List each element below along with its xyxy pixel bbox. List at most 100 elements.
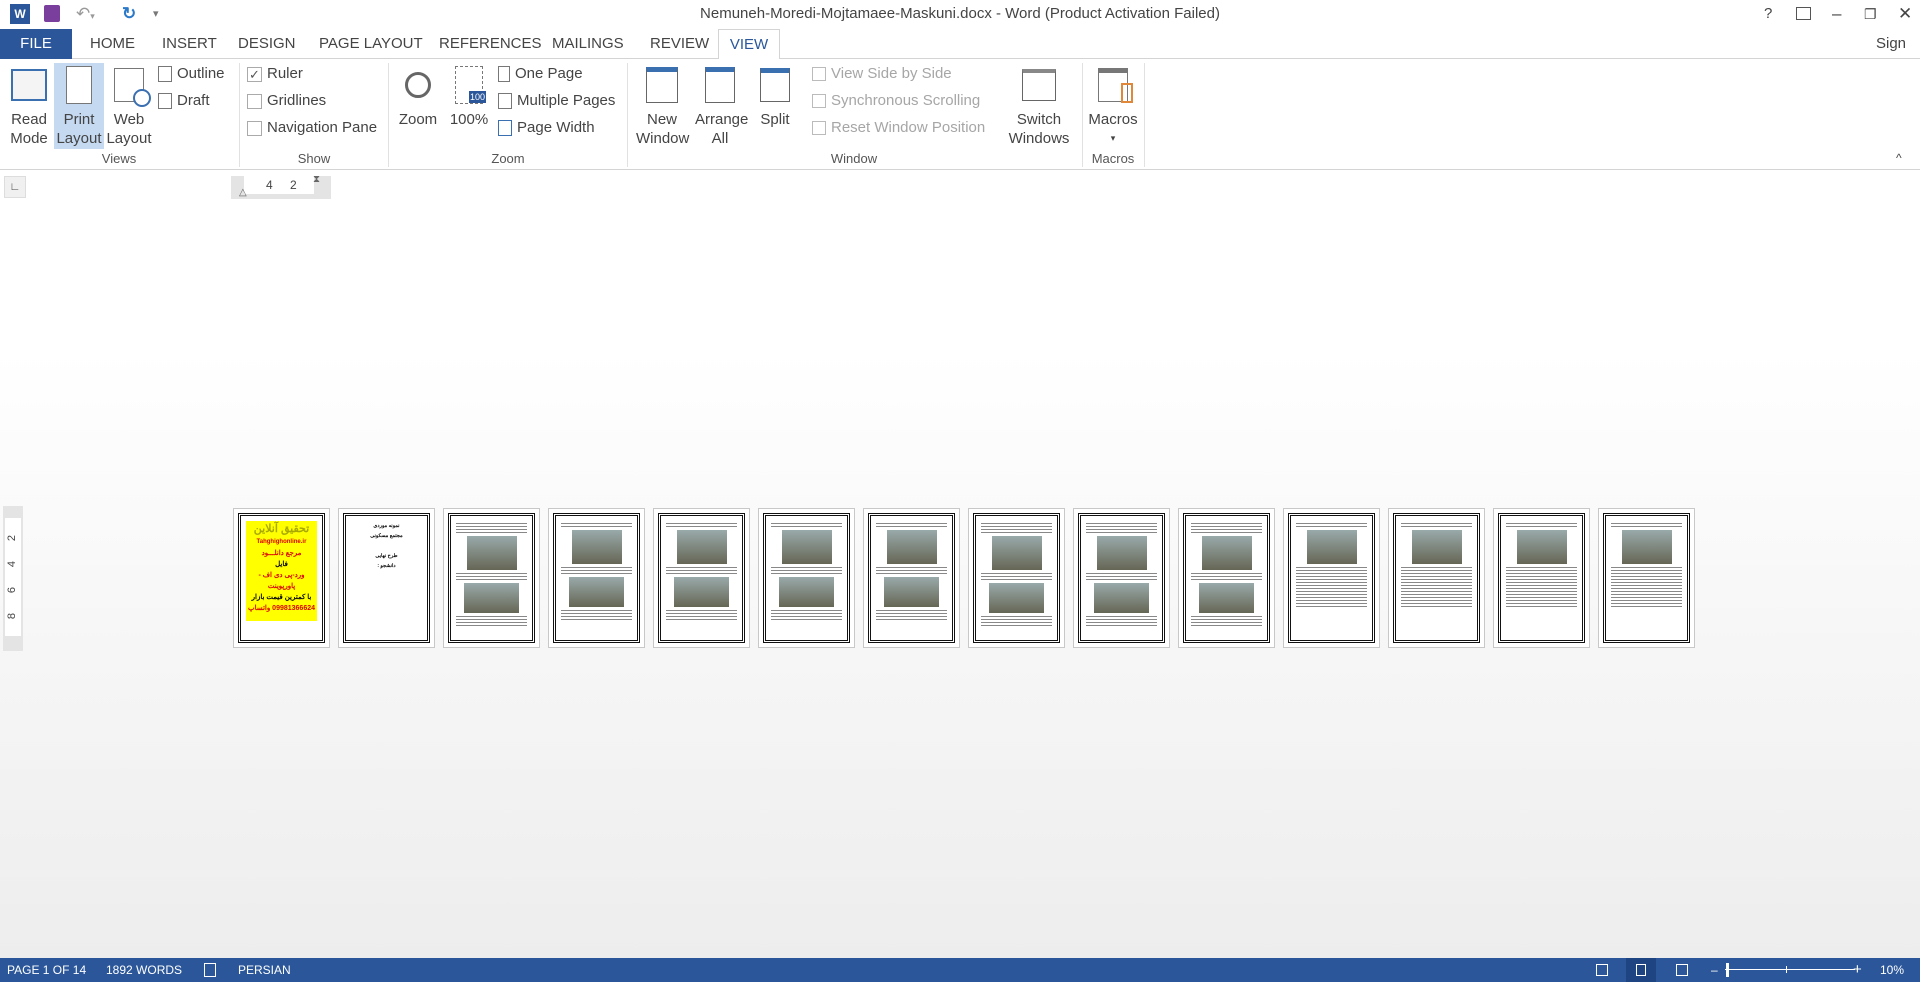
ruler-checkbox[interactable]: ✓ Ruler	[247, 63, 303, 85]
image	[781, 530, 832, 564]
text-line	[561, 523, 632, 524]
macros-button[interactable]: Macros ▾	[1086, 63, 1140, 148]
text-line	[1296, 606, 1367, 607]
indent-marker-icon[interactable]: △	[239, 187, 247, 198]
window-group-label: Window	[830, 151, 878, 166]
tab-review[interactable]: REVIEW	[640, 29, 719, 59]
page-thumbnail[interactable]	[1493, 508, 1590, 648]
page-thumbnail[interactable]	[1388, 508, 1485, 648]
navigation-pane-checkbox[interactable]: Navigation Pane	[247, 117, 377, 139]
text-line	[1086, 625, 1157, 626]
text-line	[1296, 526, 1367, 527]
proofing-icon[interactable]	[204, 963, 216, 977]
arrange-all-button[interactable]: Arrange All	[692, 63, 748, 148]
page-thumbnail[interactable]	[863, 508, 960, 648]
tab-view[interactable]: VIEW	[718, 29, 780, 60]
text-line	[771, 610, 842, 611]
image	[1621, 530, 1672, 564]
split-button[interactable]: Split	[752, 63, 798, 129]
image	[989, 583, 1044, 613]
gridlines-checkbox[interactable]: Gridlines	[247, 90, 326, 112]
tab-selector-button[interactable]: ∟	[4, 176, 26, 198]
page-thumbnail[interactable]	[1073, 508, 1170, 648]
page-thumbnail[interactable]	[1178, 508, 1275, 648]
tab-page-layout[interactable]: PAGE LAYOUT	[309, 29, 433, 59]
first-line-indent-icon[interactable]: ⧗	[313, 174, 320, 185]
page-thumbnail[interactable]	[968, 508, 1065, 648]
text: نمونه موردی	[373, 523, 400, 529]
tab-mailings[interactable]: MAILINGS	[542, 29, 634, 59]
text-line	[981, 576, 1052, 577]
image	[884, 577, 939, 607]
one-page-button[interactable]: One Page	[498, 63, 583, 85]
vertical-ruler[interactable]: 2 4 6 8	[3, 506, 23, 651]
horizontal-ruler[interactable]: 4 2 △ ⧗	[231, 174, 331, 199]
outline-button[interactable]: Outline	[158, 63, 225, 85]
reset-window-position-button[interactable]: Reset Window Position	[812, 117, 985, 139]
ruler-tick: 4	[6, 560, 19, 568]
page-100-icon: 100	[446, 63, 492, 107]
zoom-level[interactable]: 10%	[1880, 958, 1904, 982]
view-side-by-side-button[interactable]: View Side by Side	[812, 63, 952, 85]
page-thumbnail[interactable]	[443, 508, 540, 648]
read-mode-view-icon[interactable]	[1596, 964, 1608, 976]
text-line	[1401, 585, 1472, 586]
image	[1516, 530, 1567, 564]
collapse-ribbon-icon[interactable]: ^	[1896, 151, 1902, 165]
image	[1199, 583, 1254, 613]
read-mode-button[interactable]: Read Mode	[4, 63, 54, 148]
text-line	[561, 613, 632, 614]
page-thumbnail[interactable]	[653, 508, 750, 648]
checkbox	[247, 93, 262, 109]
text-line	[1296, 585, 1367, 586]
help-button[interactable]: ?	[1764, 3, 1772, 25]
language-indicator[interactable]: PERSIAN	[238, 958, 291, 982]
tab-file[interactable]: FILE	[0, 29, 72, 59]
page-thumbnail[interactable]	[1283, 508, 1380, 648]
new-window-icon	[632, 63, 692, 107]
restore-icon[interactable]: ❐	[1864, 3, 1877, 25]
synchronous-scrolling-button[interactable]: Synchronous Scrolling	[812, 90, 980, 112]
zoom-in-button[interactable]: +	[1853, 958, 1862, 982]
page-thumbnail[interactable]	[1598, 508, 1695, 648]
zoom-out-button[interactable]: –	[1711, 958, 1718, 982]
zoom-100-button[interactable]: 100 100%	[446, 63, 492, 129]
page-width-button[interactable]: Page Width	[498, 117, 595, 139]
page-count[interactable]: PAGE 1 OF 14	[7, 958, 86, 982]
text-line	[1401, 582, 1472, 583]
text-line	[1506, 606, 1577, 607]
web-layout-button[interactable]: Web Layout	[104, 63, 154, 148]
close-icon[interactable]: ✕	[1898, 3, 1912, 25]
text-line	[1401, 591, 1472, 592]
ribbon-display-options-icon[interactable]	[1796, 7, 1811, 20]
page-thumbnail[interactable]	[548, 508, 645, 648]
tab-references[interactable]: REFERENCES	[429, 29, 552, 59]
print-layout-button[interactable]: Print Layout	[54, 63, 104, 149]
text-line	[456, 523, 527, 524]
globe-page-icon	[104, 63, 154, 107]
print-layout-view-icon[interactable]	[1626, 958, 1656, 982]
ruler-tick: 8	[6, 612, 19, 620]
text-line	[666, 567, 737, 568]
zoom-button[interactable]: Zoom	[394, 63, 442, 129]
text-line	[561, 573, 632, 574]
draft-button[interactable]: Draft	[158, 90, 210, 112]
text-line	[771, 567, 842, 568]
text-line	[981, 526, 1052, 527]
tab-design[interactable]: DESIGN	[228, 29, 306, 59]
page-thumbnail[interactable]	[758, 508, 855, 648]
web-layout-view-icon[interactable]	[1676, 964, 1688, 976]
page-thumbnail[interactable]: تحقیق آنلاین Tahghighonline.ir مرجع دانلــ…	[233, 508, 330, 648]
switch-windows-button[interactable]: Switch Windows	[998, 63, 1080, 148]
zoom-slider[interactable]	[1725, 969, 1855, 970]
text-line	[666, 570, 737, 571]
tab-insert[interactable]: INSERT	[152, 29, 227, 59]
minimize-icon[interactable]: –	[1832, 3, 1841, 25]
sign-in-link[interactable]: Sign in	[1866, 29, 1920, 82]
word-count[interactable]: 1892 WORDS	[106, 958, 182, 982]
multiple-pages-button[interactable]: Multiple Pages	[498, 90, 615, 112]
new-window-button[interactable]: New Window	[632, 63, 692, 148]
tab-home[interactable]: HOME	[80, 29, 145, 59]
page-thumbnail[interactable]: نمونه موردی مجتمع مسکونی طرح نهایی دانشجو :	[338, 508, 435, 648]
zoom-slider-thumb[interactable]	[1726, 963, 1729, 977]
